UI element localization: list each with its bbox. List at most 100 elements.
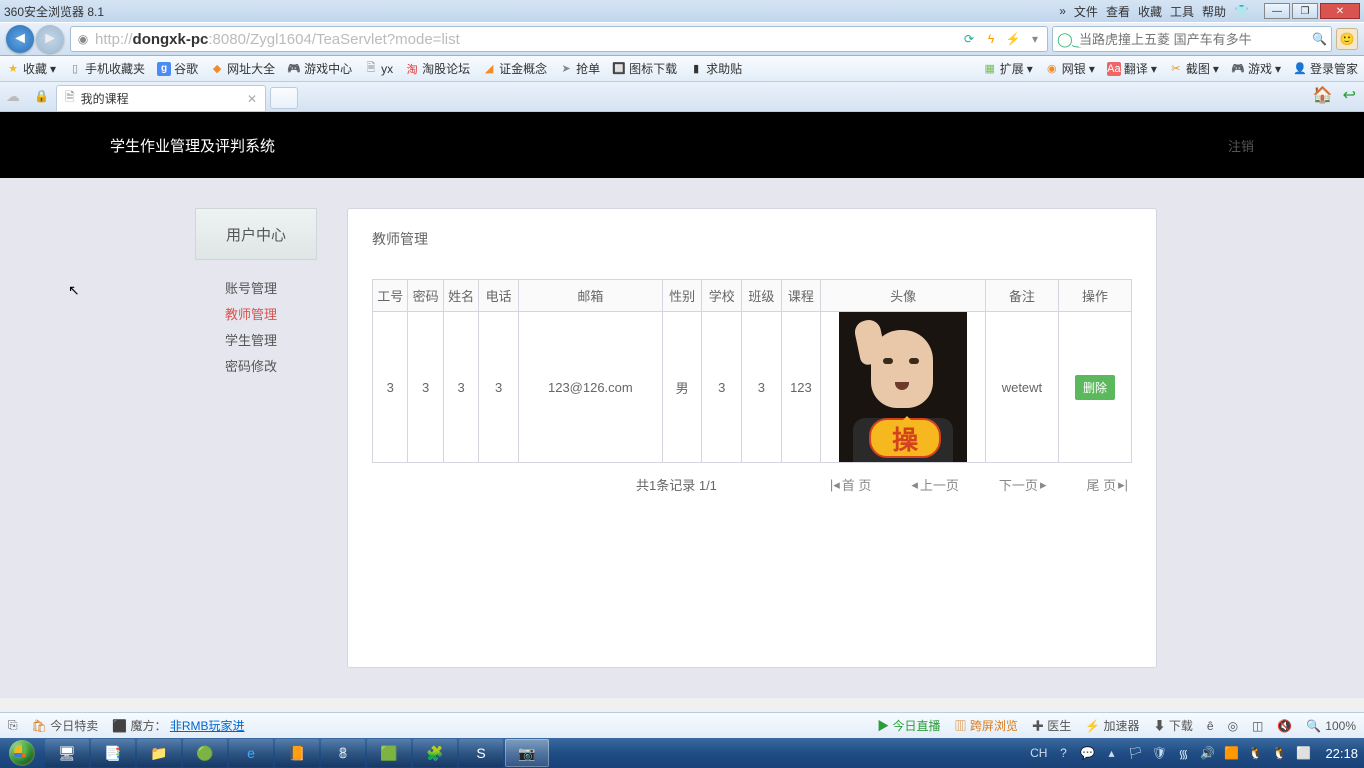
- tray-app3-icon[interactable]: 🐧: [1271, 745, 1287, 761]
- status-e[interactable]: ê: [1207, 719, 1214, 733]
- bookmark-mobile[interactable]: ▯手机收藏夹: [68, 60, 145, 77]
- task-item[interactable]: 🧩: [413, 739, 457, 767]
- toolbar-extensions[interactable]: ▦扩展 ▾: [983, 60, 1033, 77]
- new-tab-button[interactable]: [270, 87, 298, 109]
- toolbar-bank[interactable]: ◉网银 ▾: [1045, 60, 1095, 77]
- home-icon[interactable]: 🏠: [1313, 85, 1333, 105]
- task-item[interactable]: 𝟠: [321, 739, 365, 767]
- search-button[interactable]: 🔍: [1312, 32, 1327, 46]
- th-pwd: 密码: [408, 280, 443, 312]
- close-button[interactable]: ✕: [1320, 3, 1360, 19]
- bookmark-games[interactable]: 🎮游戏中心: [287, 60, 352, 77]
- lightning-icon[interactable]: ⚡: [1005, 31, 1021, 47]
- tray-shield-icon[interactable]: 🛡: [1151, 745, 1167, 761]
- menu-view[interactable]: 查看: [1106, 3, 1130, 20]
- bookmark-qiang[interactable]: ➤抢单: [559, 60, 600, 77]
- minimize-button[interactable]: —: [1264, 3, 1290, 19]
- pager-next[interactable]: 下一页 ▸: [999, 475, 1047, 494]
- tray-lang[interactable]: CH: [1030, 746, 1047, 760]
- status-accel[interactable]: ⚡ 加速器: [1085, 717, 1139, 734]
- tray-msg-icon[interactable]: 💬: [1079, 745, 1095, 761]
- tray-vol-icon[interactable]: 🔊: [1199, 745, 1215, 761]
- maximize-button[interactable]: ❐: [1292, 3, 1318, 19]
- task-item-active[interactable]: 📷: [505, 739, 549, 767]
- status-live[interactable]: ▶ 今日直播: [877, 717, 940, 734]
- menu-tools[interactable]: 工具: [1170, 3, 1194, 20]
- tray-net-icon[interactable]: ᯾: [1175, 745, 1191, 761]
- bookmark-yx[interactable]: 🗎yx: [364, 62, 393, 76]
- task-item[interactable]: 📑: [91, 739, 135, 767]
- cell-remark: wetewt: [985, 312, 1058, 463]
- pager-first[interactable]: |◂首 页: [830, 475, 872, 494]
- task-item[interactable]: S: [459, 739, 503, 767]
- tray-app1-icon[interactable]: 🟧: [1223, 745, 1239, 761]
- status-zoom[interactable]: 🔍 100%: [1306, 719, 1356, 733]
- cloud-icon[interactable]: ☁: [6, 88, 28, 105]
- bookmark-zheng[interactable]: ◢证金概念: [482, 60, 547, 77]
- start-button[interactable]: [0, 738, 44, 768]
- user-avatar-icon[interactable]: 🙂: [1336, 28, 1358, 50]
- task-item[interactable]: e: [229, 739, 273, 767]
- status-mute-icon[interactable]: 🔇: [1277, 719, 1292, 733]
- tray-flag-icon[interactable]: 🏳: [1127, 745, 1143, 761]
- skin-icon[interactable]: 👕: [1234, 4, 1250, 18]
- sidebar: 用户中心 账号管理 教师管理 学生管理 密码修改: [195, 208, 317, 668]
- browser-tab[interactable]: 🗎 我的课程 ✕: [56, 85, 266, 111]
- task-item[interactable]: 🖥: [45, 739, 89, 767]
- tray-up-icon[interactable]: ▴: [1103, 745, 1119, 761]
- status-download[interactable]: ⬇ 下载: [1154, 717, 1193, 734]
- status-popup-icon[interactable]: ⎘: [8, 718, 18, 733]
- toolbar-translate[interactable]: Aa翻译 ▾: [1107, 60, 1157, 77]
- task-item[interactable]: 🟩: [367, 739, 411, 767]
- refresh-icon[interactable]: ⟳: [961, 31, 977, 47]
- sidebar-item-password[interactable]: 密码修改: [195, 352, 317, 378]
- bookmark-sites[interactable]: ◆网址大全: [210, 60, 275, 77]
- back-button[interactable]: ◄: [6, 25, 34, 53]
- system-tray: CH ? 💬 ▴ 🏳 🛡 ᯾ 🔊 🟧 🐧 🐧 ⬜ 22:18: [1030, 745, 1364, 761]
- task-item[interactable]: 📙: [275, 739, 319, 767]
- bookmark-icons[interactable]: 🔲图标下载: [612, 60, 677, 77]
- task-item[interactable]: 📁: [137, 739, 181, 767]
- status-sale[interactable]: 🛍 今日特卖: [32, 717, 99, 734]
- bookmark-taogu[interactable]: 淘淘股论坛: [405, 60, 470, 77]
- menu-help[interactable]: 帮助: [1202, 3, 1226, 20]
- status-split-icon[interactable]: ◫: [1252, 719, 1263, 733]
- forward-button[interactable]: ►: [36, 25, 64, 53]
- tab-close-icon[interactable]: ✕: [247, 92, 257, 106]
- menu-fav[interactable]: 收藏: [1138, 3, 1162, 20]
- address-bar[interactable]: ◉ http://dongxk-pc:8080/Zygl1604/TeaServ…: [70, 26, 1048, 52]
- sidebar-item-student[interactable]: 学生管理: [195, 326, 317, 352]
- delete-button[interactable]: 删除: [1075, 375, 1115, 400]
- status-crossscreen[interactable]: ▥ 跨屏浏览: [955, 717, 1018, 734]
- search-input[interactable]: [1079, 32, 1312, 47]
- bookmark-google[interactable]: g谷歌: [157, 60, 198, 77]
- menu-file[interactable]: 文件: [1074, 3, 1098, 20]
- toolbar-screenshot[interactable]: ✂截图 ▾: [1169, 60, 1219, 77]
- task-item[interactable]: 🟢: [183, 739, 227, 767]
- tray-app2-icon[interactable]: 🐧: [1247, 745, 1263, 761]
- titlebar-more-icon[interactable]: »: [1059, 4, 1066, 18]
- tray-app4-icon[interactable]: ⬜: [1295, 745, 1311, 761]
- sidebar-item-account[interactable]: 账号管理: [195, 274, 317, 300]
- toolbar-games[interactable]: 🎮游戏 ▾: [1231, 60, 1281, 77]
- bookmark-help[interactable]: ▮求助贴: [689, 60, 742, 77]
- pager-last[interactable]: 尾 页 ▸|: [1086, 475, 1128, 494]
- pager-prev[interactable]: ◂上一页: [911, 475, 959, 494]
- search-box[interactable]: ◯‿ 🔍: [1052, 26, 1332, 52]
- lock-icon[interactable]: 🔒: [34, 89, 50, 103]
- status-doctor[interactable]: ✚ 医生: [1032, 717, 1071, 734]
- search-engine-icon[interactable]: ◯‿: [1057, 31, 1079, 48]
- undo-icon[interactable]: ↩: [1343, 85, 1356, 105]
- dropdown-icon[interactable]: ▾: [1027, 31, 1043, 47]
- compat-icon[interactable]: ϟ: [983, 31, 999, 47]
- logout-link[interactable]: 注销: [1228, 136, 1254, 155]
- toolbar-login[interactable]: 👤登录管家: [1293, 60, 1358, 77]
- status-target-icon[interactable]: ◎: [1228, 719, 1238, 733]
- url-text[interactable]: http://dongxk-pc:8080/Zygl1604/TeaServle…: [95, 31, 961, 48]
- status-mofang[interactable]: ⬛ 魔方： 非RMB玩家进: [112, 717, 244, 734]
- tray-help-icon[interactable]: ?: [1055, 745, 1071, 761]
- favorites-button[interactable]: ★收藏 ▾: [6, 60, 56, 77]
- cell-course: 123: [781, 312, 821, 463]
- tray-clock[interactable]: 22:18: [1325, 746, 1358, 761]
- sidebar-item-teacher[interactable]: 教师管理: [195, 300, 317, 326]
